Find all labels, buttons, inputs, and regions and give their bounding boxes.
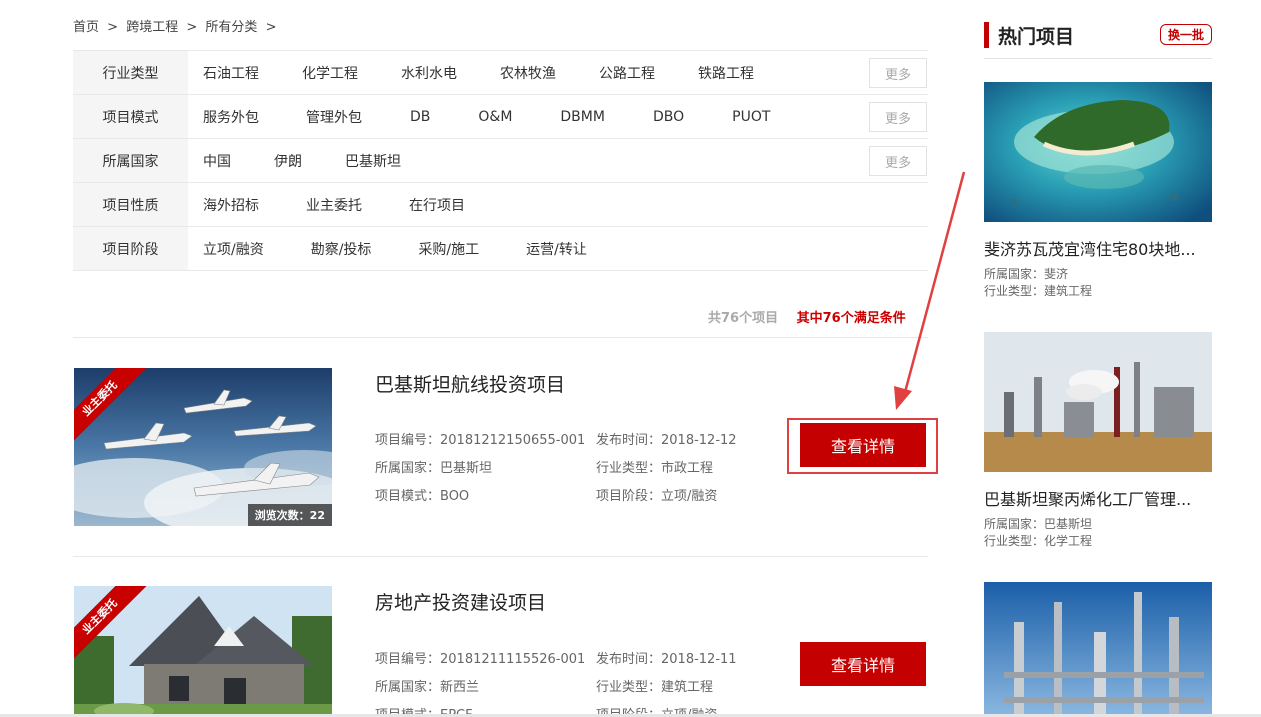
filter-option[interactable]: PUOT [732, 109, 770, 125]
breadcrumb-level2[interactable]: 所有分类 [205, 20, 257, 35]
filter-option[interactable]: O&M [478, 109, 512, 125]
filter-row-mode: 项目模式 服务外包 管理外包 DB O&M DBMM DBO PUOT 更多 [73, 95, 928, 139]
project-thumbnail[interactable]: 业主委托 [74, 586, 332, 714]
filter-row-stage: 项目阶段 立项/融资 勘察/投标 采购/施工 运营/转让 [73, 227, 928, 271]
filter-option[interactable]: 立项/融资 [203, 239, 264, 259]
filter-option[interactable]: 化学工程 [302, 63, 358, 83]
hot-project-meta: 所属国家：巴基斯坦 行业类型：化学工程 [984, 516, 1212, 550]
filter-option[interactable]: 巴基斯坦 [345, 151, 401, 171]
result-counts: 共76个项目 其中76个满足条件 [708, 307, 906, 326]
project-country: 所属国家：新西兰 [375, 680, 480, 695]
filter-option[interactable]: DBO [653, 109, 684, 125]
filter-label: 所属国家 [73, 139, 188, 182]
filter-option[interactable]: 中国 [203, 151, 231, 171]
filter-option[interactable]: 业主委托 [306, 195, 362, 215]
filter-option[interactable]: 采购/施工 [418, 239, 479, 259]
annotation-arrow [894, 171, 966, 410]
project-mode: 项目模式：EPCF [375, 704, 473, 714]
filter-label: 行业类型 [73, 51, 188, 94]
filter-label: 项目模式 [73, 95, 188, 138]
hot-project-industry: 行业类型：化学工程 [984, 534, 1093, 548]
sidebar-header: 热门项目 [984, 22, 1074, 48]
sidebar-title: 热门项目 [998, 25, 1075, 48]
island-image [984, 82, 1212, 222]
filter-option[interactable]: DB [410, 109, 430, 125]
breadcrumb-home[interactable]: 首页 [73, 20, 99, 35]
total-count: 共76个项目 [708, 311, 779, 326]
project-industry: 行业类型：建筑工程 [596, 680, 714, 695]
divider [73, 337, 928, 338]
hot-project-meta: 所属国家：斐济 行业类型：建筑工程 [984, 266, 1212, 300]
filter-option[interactable]: 运营/转让 [526, 239, 587, 259]
hot-project-country: 所属国家：斐济 [984, 267, 1069, 281]
filter-option[interactable]: 管理外包 [306, 107, 362, 127]
breadcrumb-level1[interactable]: 跨境工程 [126, 20, 178, 35]
divider [984, 58, 1212, 59]
view-count: 浏览次数：22 [247, 504, 332, 526]
filter-label: 项目阶段 [73, 227, 188, 270]
project-thumbnail[interactable]: 业主委托 浏览次数：22 [74, 368, 332, 526]
filter-label: 项目性质 [73, 183, 188, 226]
project-industry: 行业类型：市政工程 [596, 461, 714, 476]
project-title[interactable]: 房地产投资建设项目 [375, 588, 546, 615]
breadcrumb-separator: > [107, 20, 119, 35]
filter-option[interactable]: 服务外包 [203, 107, 259, 127]
project-code: 项目编号：20181212150655-001 [375, 433, 586, 448]
breadcrumb-separator: > [186, 20, 198, 35]
divider [73, 556, 928, 557]
filter-option[interactable]: 公路工程 [599, 63, 655, 83]
project-stage: 项目阶段：立项/融资 [596, 489, 718, 504]
hot-project-image[interactable] [984, 582, 1212, 714]
project-mode: 项目模式：BOO [375, 489, 470, 504]
filter-panel: 行业类型 石油工程 化学工程 水利水电 农林牧渔 公路工程 铁路工程 更多 项目… [73, 50, 928, 271]
hot-project-title[interactable]: 斐济苏瓦茂宜湾住宅80块地... [984, 236, 1212, 260]
project-title[interactable]: 巴基斯坦航线投资项目 [375, 370, 565, 397]
project-country: 所属国家：巴基斯坦 [375, 461, 493, 476]
project-code: 项目编号：20181211115526-001 [375, 652, 586, 667]
more-button[interactable]: 更多 [869, 102, 927, 132]
hot-project-title[interactable]: 巴基斯坦聚丙烯化工厂管理... [984, 486, 1212, 510]
filter-option[interactable]: 石油工程 [203, 63, 259, 83]
publish-date: 发布时间：2018-12-12 [596, 433, 737, 448]
filter-option[interactable]: 铁路工程 [698, 63, 754, 83]
filter-option[interactable]: 伊朗 [274, 151, 302, 171]
hot-project-item[interactable]: 斐济苏瓦茂宜湾住宅80块地... 所属国家：斐济 行业类型：建筑工程 [984, 82, 1212, 300]
view-details-button[interactable]: 查看详情 [800, 642, 926, 686]
filter-option[interactable]: 海外招标 [203, 195, 259, 215]
project-card: 业主委托 房地产投资建设项目 项目编号：20181211115526-001 发… [73, 586, 928, 714]
refinery-image [984, 582, 1212, 714]
filter-option[interactable]: 水利水电 [401, 63, 457, 83]
accent-bar [984, 22, 989, 48]
filter-option[interactable]: 勘察/投标 [311, 239, 372, 259]
breadcrumb: 首页 > 跨境工程 > 所有分类 > [73, 16, 280, 35]
filter-option[interactable]: 农林牧渔 [500, 63, 556, 83]
hot-project-country: 所属国家：巴基斯坦 [984, 517, 1093, 531]
hot-project-industry: 行业类型：建筑工程 [984, 284, 1093, 298]
filter-row-industry: 行业类型 石油工程 化学工程 水利水电 农林牧渔 公路工程 铁路工程 更多 [73, 51, 928, 95]
filter-option[interactable]: DBMM [560, 109, 605, 125]
hot-project-image[interactable] [984, 332, 1212, 472]
filter-row-nature: 项目性质 海外招标 业主委托 在行项目 [73, 183, 928, 227]
publish-date: 发布时间：2018-12-11 [596, 652, 737, 667]
breadcrumb-separator: > [265, 20, 277, 35]
chemical-plant-image [984, 332, 1212, 472]
annotation-highlight-box [787, 418, 938, 474]
hot-project-image[interactable] [984, 82, 1212, 222]
hot-project-item[interactable]: 巴基斯坦聚丙烯化工厂管理... 所属国家：巴基斯坦 行业类型：化学工程 [984, 332, 1212, 550]
more-button[interactable]: 更多 [869, 58, 927, 88]
project-stage: 项目阶段：立项/融资 [596, 704, 717, 714]
hot-project-item[interactable] [984, 582, 1212, 714]
filter-option[interactable]: 在行项目 [409, 195, 465, 215]
refresh-batch-button[interactable]: 换一批 [1160, 24, 1212, 45]
filter-row-country: 所属国家 中国 伊朗 巴基斯坦 更多 [73, 139, 928, 183]
